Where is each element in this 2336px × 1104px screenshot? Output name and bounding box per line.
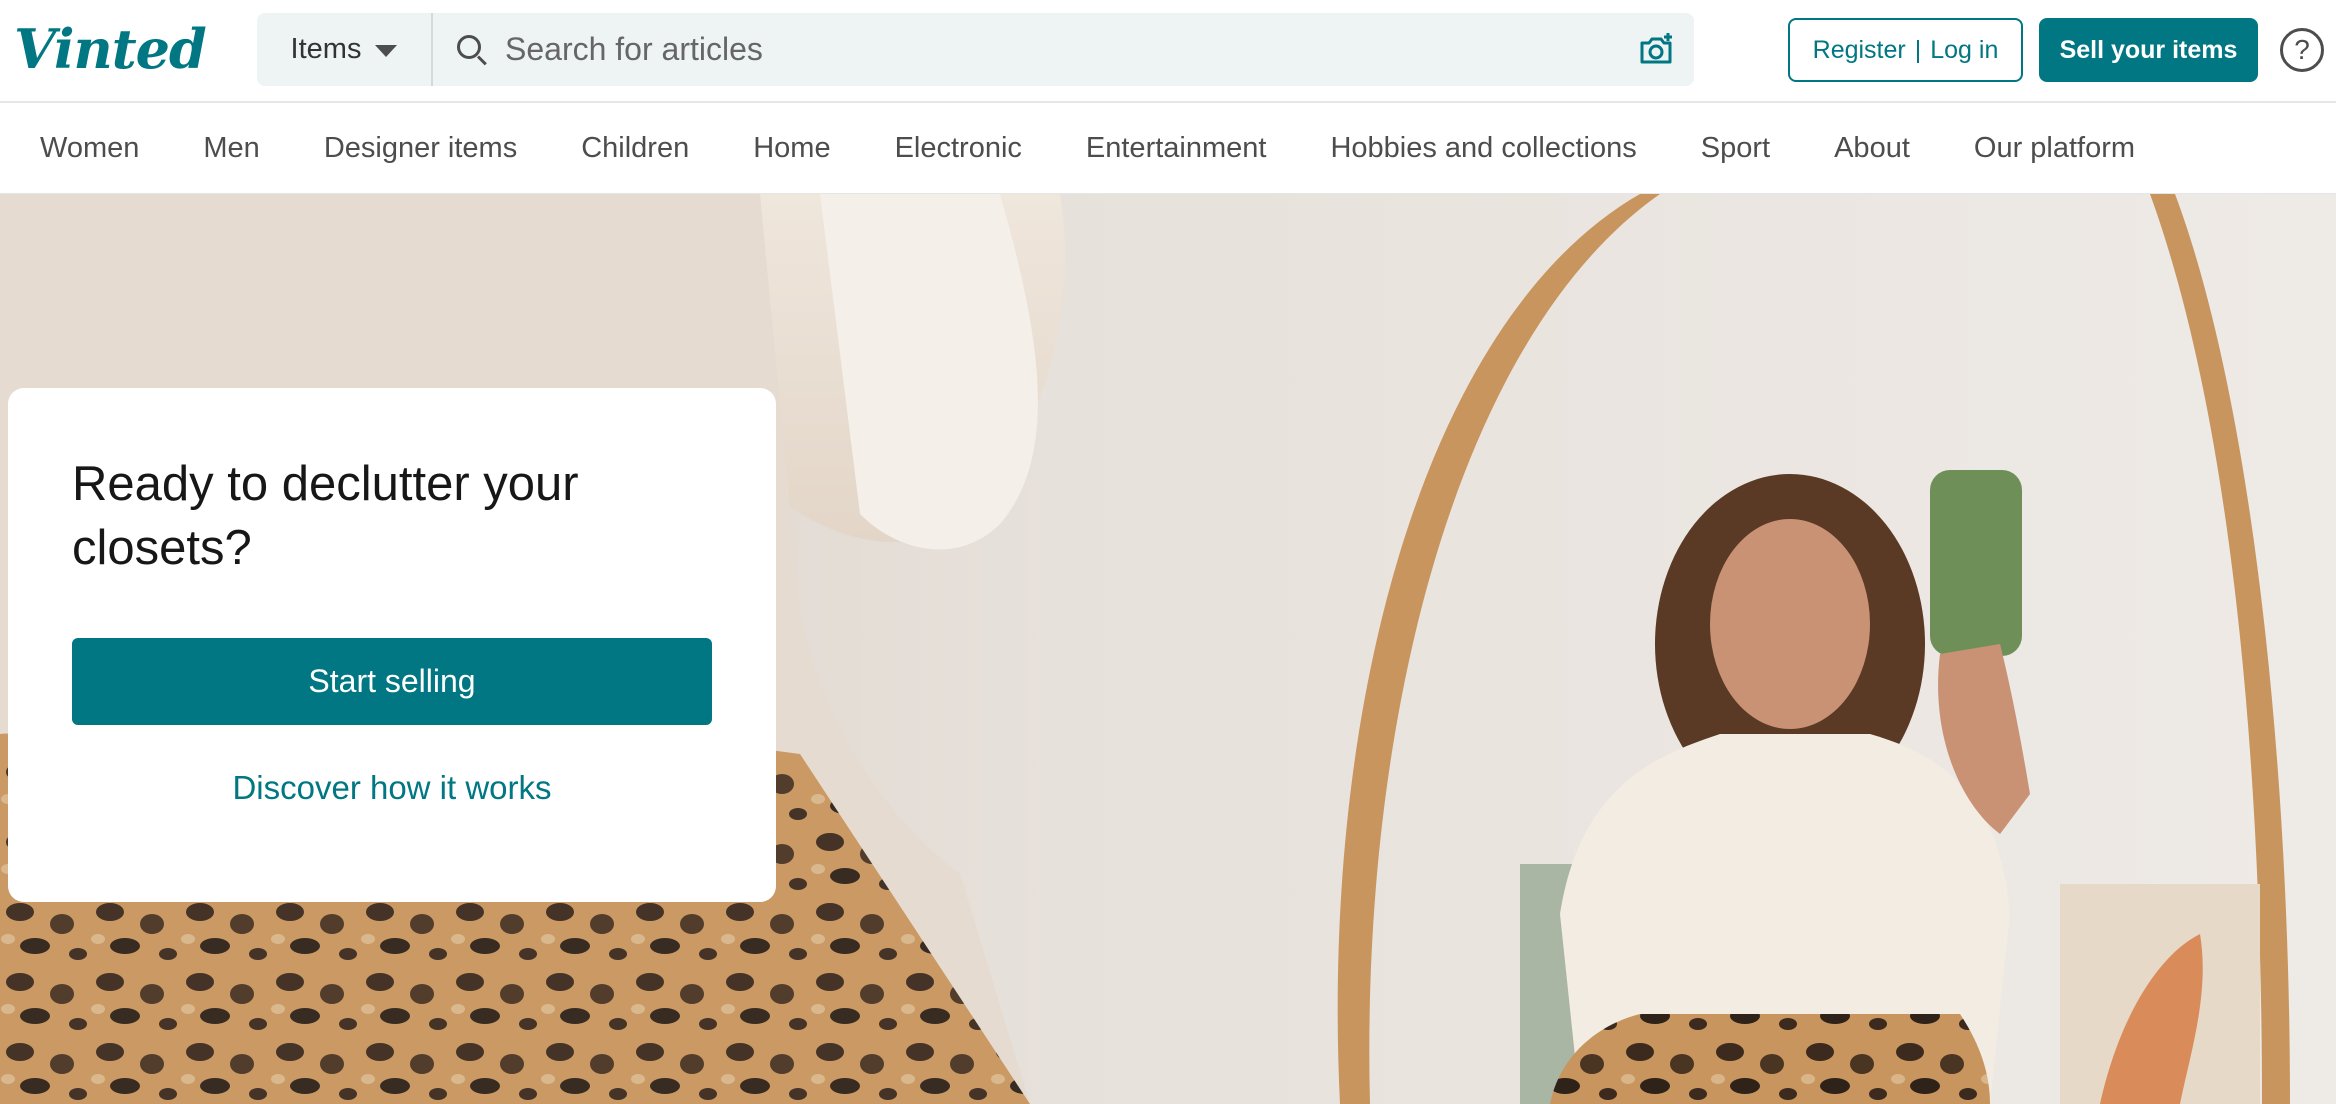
hero-banner: Ready to declutter your closets? Start s… xyxy=(0,194,2336,1104)
nav-item-hobbies[interactable]: Hobbies and collections xyxy=(1330,132,1636,165)
hero-card: Ready to declutter your closets? Start s… xyxy=(8,388,776,902)
category-nav: Women Men Designer items Children Home E… xyxy=(0,103,2336,194)
nav-item-electronic[interactable]: Electronic xyxy=(895,132,1022,165)
search-input[interactable] xyxy=(489,13,1636,86)
help-icon[interactable]: ? xyxy=(2280,28,2324,72)
register-link[interactable]: Register xyxy=(1813,36,1906,65)
nav-item-women[interactable]: Women xyxy=(40,132,139,165)
hero-title: Ready to declutter your closets? xyxy=(72,457,579,575)
start-selling-button[interactable]: Start selling xyxy=(72,638,712,725)
chevron-down-icon xyxy=(375,44,398,57)
search-icon xyxy=(455,33,489,67)
nav-item-designer-items[interactable]: Designer items xyxy=(324,132,517,165)
register-login-button: Register | Log in xyxy=(1788,18,2023,82)
vinted-logo[interactable]: Vinted xyxy=(14,14,207,84)
auth-separator: | xyxy=(1914,35,1922,64)
nav-item-about[interactable]: About xyxy=(1834,132,1910,165)
nav-item-our-platform[interactable]: Our platform xyxy=(1974,132,2135,165)
nav-item-children[interactable]: Children xyxy=(581,132,689,165)
nav-item-home[interactable]: Home xyxy=(753,132,830,165)
login-link[interactable]: Log in xyxy=(1930,36,1998,65)
camera-icon[interactable] xyxy=(1636,30,1676,70)
search-bar: Items xyxy=(257,13,1694,86)
nav-item-men[interactable]: Men xyxy=(203,132,259,165)
top-header: Vinted Items Register | Log in Sell your… xyxy=(0,0,2336,103)
catalog-dropdown[interactable]: Items xyxy=(257,13,433,86)
discover-how-it-works-link[interactable]: Discover how it works xyxy=(72,758,712,818)
nav-item-sport[interactable]: Sport xyxy=(1701,132,1770,165)
sell-items-button[interactable]: Sell your items xyxy=(2039,18,2258,82)
catalog-dropdown-label: Items xyxy=(290,33,362,65)
nav-item-entertainment[interactable]: Entertainment xyxy=(1086,132,1267,165)
